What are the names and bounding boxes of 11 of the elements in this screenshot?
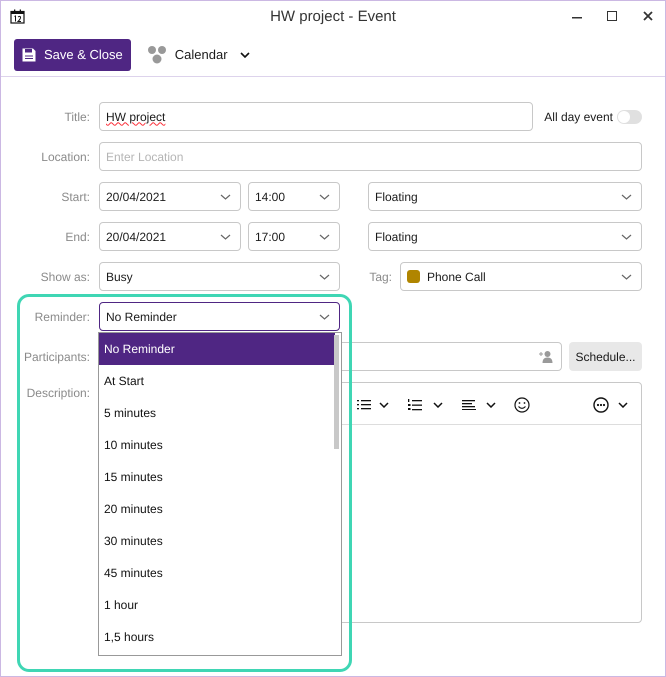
field-label: End:	[65, 230, 90, 244]
field-label: Tag:	[369, 270, 392, 284]
field-label: Title:	[64, 110, 90, 124]
field-label: Description:	[26, 386, 90, 400]
all-day-label: All day event	[544, 108, 613, 126]
field-label: Participants:	[24, 350, 90, 364]
window-title: HW project - Event	[270, 8, 396, 25]
field-label: Location:	[41, 150, 90, 164]
field-label: Start:	[61, 190, 90, 204]
field-label: Show as:	[40, 270, 90, 284]
field-label: Reminder:	[34, 310, 90, 324]
